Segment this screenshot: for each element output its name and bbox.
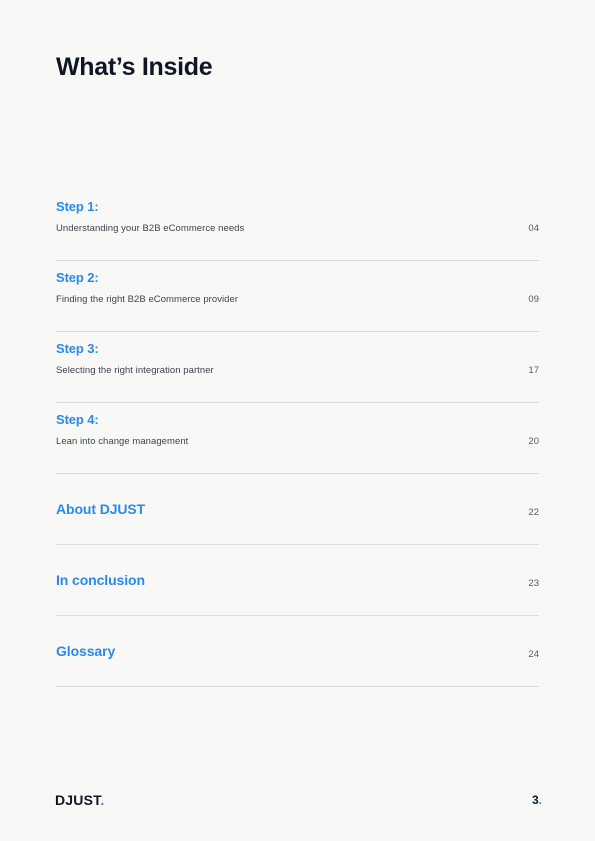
toc-entry-page-number: 22: [528, 507, 539, 518]
toc-entry-heading: Step 1:: [56, 199, 99, 214]
toc-entry[interactable]: Step 2: Finding the right B2B eCommerce …: [56, 261, 539, 332]
toc-entry[interactable]: In conclusion 23: [56, 545, 539, 616]
toc-entry-heading: In conclusion: [56, 572, 145, 588]
page-title: What’s Inside: [56, 53, 213, 81]
toc-entry[interactable]: Step 1: Understanding your B2B eCommerce…: [56, 190, 539, 261]
brand-logo-text: DJUST: [55, 792, 101, 808]
toc-entry-heading: Step 4:: [56, 412, 99, 427]
toc-entry-row: Glossary 24: [56, 642, 539, 661]
toc-entry[interactable]: Step 4: Lean into change management 20: [56, 403, 539, 474]
toc-entry-heading: Step 2:: [56, 270, 99, 285]
toc-entry-page-number: 09: [528, 294, 539, 305]
toc-entry-row: Understanding your B2B eCommerce needs 0…: [56, 222, 539, 235]
brand-logo: DJUST.: [55, 791, 104, 809]
toc-entry-page-number: 17: [528, 365, 539, 376]
toc-entry-row: About DJUST 22: [56, 500, 539, 519]
footer-page-number-value: 3: [531, 793, 539, 807]
toc-entry-page-number: 20: [528, 436, 539, 447]
toc-entry-heading: About DJUST: [56, 501, 146, 517]
document-page: What’s Inside Step 1: Understanding your…: [0, 0, 595, 841]
toc-entry-page-number: 04: [528, 223, 539, 234]
brand-logo-dot: .: [100, 792, 105, 808]
footer-page-number: 3.: [520, 791, 542, 809]
toc-entry-subtitle: Selecting the right integration partner: [56, 365, 214, 376]
toc-entry-subtitle: Finding the right B2B eCommerce provider: [56, 294, 239, 305]
toc-entry-heading: Glossary: [56, 643, 116, 659]
toc-entry-row: Lean into change management 20: [56, 435, 539, 448]
toc-entry-heading: Step 3:: [56, 341, 99, 356]
toc-entry[interactable]: Glossary 24: [56, 616, 539, 687]
toc-entry-row: Finding the right B2B eCommerce provider…: [56, 293, 539, 306]
table-of-contents: Step 1: Understanding your B2B eCommerce…: [56, 190, 539, 687]
toc-entry-row: Selecting the right integration partner …: [56, 364, 539, 377]
toc-entry-subtitle: Understanding your B2B eCommerce needs: [56, 223, 245, 234]
toc-entry-page-number: 24: [528, 649, 539, 660]
toc-entry[interactable]: About DJUST 22: [56, 474, 539, 545]
toc-entry[interactable]: Step 3: Selecting the right integration …: [56, 332, 539, 403]
toc-entry-row: In conclusion 23: [56, 571, 539, 590]
toc-entry-page-number: 23: [528, 578, 539, 589]
toc-entry-divider: [56, 686, 539, 687]
footer-page-number-dot: .: [538, 793, 542, 807]
toc-entry-subtitle: Lean into change management: [56, 436, 189, 447]
